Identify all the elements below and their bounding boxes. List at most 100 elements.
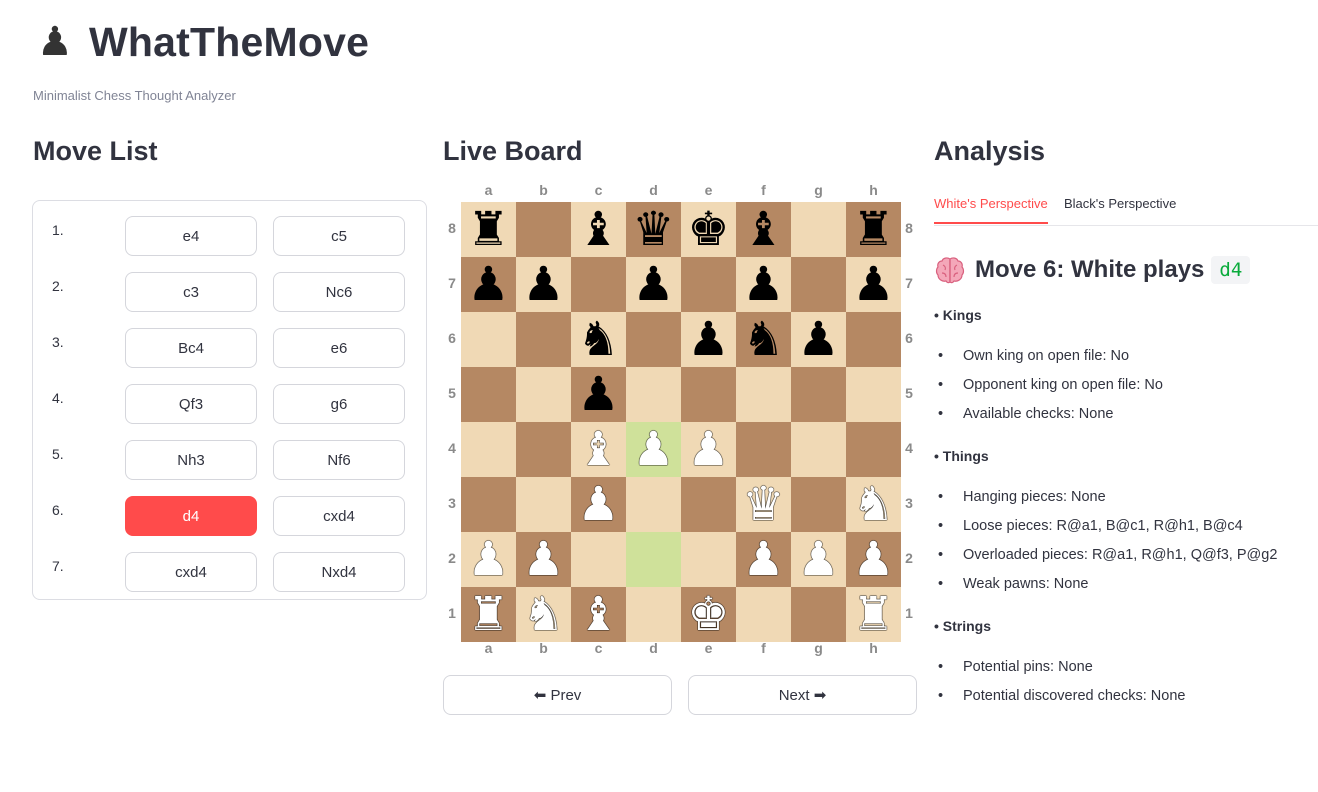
move-button-3-black[interactable]: e6 [273, 328, 405, 368]
square-b4[interactable] [516, 422, 571, 477]
black-bishop-icon[interactable]: ♝ [742, 206, 784, 253]
square-d1[interactable] [626, 587, 681, 642]
white-pawn-icon[interactable]: ♟ [632, 426, 674, 473]
black-queen-icon[interactable]: ♛ [632, 206, 674, 253]
white-king-icon[interactable]: ♚ [687, 591, 729, 638]
white-rook-icon[interactable]: ♜ [852, 591, 894, 638]
square-f6[interactable]: ♞ [736, 312, 791, 367]
move-button-4-white[interactable]: Qf3 [125, 384, 257, 424]
black-pawn-icon[interactable]: ♟ [852, 261, 894, 308]
square-d8[interactable]: ♛ [626, 202, 681, 257]
move-button-2-white[interactable]: c3 [125, 272, 257, 312]
move-button-6-white[interactable]: d4 [125, 496, 257, 536]
white-bishop-icon[interactable]: ♝ [577, 426, 619, 473]
square-e8[interactable]: ♚ [681, 202, 736, 257]
square-b2[interactable]: ♟ [516, 532, 571, 587]
square-e7[interactable] [681, 257, 736, 312]
chess-board[interactable]: ♜ ♝ ♛ ♚ ♝ ♜ ♟ ♟ ♟ ♟ ♟ ♞ ♟ ♞ ♟ ♟ ♝ ♟ ♟ ♟ ♛ ♞ ♟ ♟ ♟ ♟ ♟ ♜ ♞ ♝ ♚ ♜ [461, 202, 901, 642]
move-button-2-black[interactable]: Nc6 [273, 272, 405, 312]
square-e4[interactable]: ♟ [681, 422, 736, 477]
move-button-4-black[interactable]: g6 [273, 384, 405, 424]
square-b3[interactable] [516, 477, 571, 532]
black-pawn-icon[interactable]: ♟ [467, 261, 509, 308]
black-pawn-icon[interactable]: ♟ [577, 371, 619, 418]
white-pawn-icon[interactable]: ♟ [577, 481, 619, 528]
square-f5[interactable] [736, 367, 791, 422]
square-f8[interactable]: ♝ [736, 202, 791, 257]
black-pawn-icon[interactable]: ♟ [687, 316, 729, 363]
prev-button[interactable]: ⬅ Prev [443, 675, 672, 715]
white-pawn-icon[interactable]: ♟ [742, 536, 784, 583]
square-g8[interactable] [791, 202, 846, 257]
tab-blacks-perspective[interactable]: Black's Perspective [1064, 196, 1176, 222]
square-b6[interactable] [516, 312, 571, 367]
square-e6[interactable]: ♟ [681, 312, 736, 367]
square-b8[interactable] [516, 202, 571, 257]
move-button-7-black[interactable]: Nxd4 [273, 552, 405, 592]
square-d3[interactable] [626, 477, 681, 532]
black-rook-icon[interactable]: ♜ [852, 206, 894, 253]
square-h2[interactable]: ♟ [846, 532, 901, 587]
square-h4[interactable] [846, 422, 901, 477]
square-f3[interactable]: ♛ [736, 477, 791, 532]
square-b5[interactable] [516, 367, 571, 422]
square-e3[interactable] [681, 477, 736, 532]
white-queen-icon[interactable]: ♛ [742, 481, 784, 528]
square-g3[interactable] [791, 477, 846, 532]
square-a7[interactable]: ♟ [461, 257, 516, 312]
black-king-icon[interactable]: ♚ [687, 206, 729, 253]
white-pawn-icon[interactable]: ♟ [687, 426, 729, 473]
square-d5[interactable] [626, 367, 681, 422]
square-h8[interactable]: ♜ [846, 202, 901, 257]
square-c6[interactable]: ♞ [571, 312, 626, 367]
move-button-5-black[interactable]: Nf6 [273, 440, 405, 480]
square-c8[interactable]: ♝ [571, 202, 626, 257]
square-b1[interactable]: ♞ [516, 587, 571, 642]
square-h7[interactable]: ♟ [846, 257, 901, 312]
move-button-1-black[interactable]: c5 [273, 216, 405, 256]
white-pawn-icon[interactable]: ♟ [797, 536, 839, 583]
white-pawn-icon[interactable]: ♟ [467, 536, 509, 583]
move-button-1-white[interactable]: e4 [125, 216, 257, 256]
black-bishop-icon[interactable]: ♝ [577, 206, 619, 253]
square-d6[interactable] [626, 312, 681, 367]
square-g6[interactable]: ♟ [791, 312, 846, 367]
black-rook-icon[interactable]: ♜ [467, 206, 509, 253]
square-d7[interactable]: ♟ [626, 257, 681, 312]
move-button-5-white[interactable]: Nh3 [125, 440, 257, 480]
tab-whites-perspective[interactable]: White's Perspective [934, 196, 1048, 224]
white-knight-icon[interactable]: ♞ [852, 481, 894, 528]
move-button-3-white[interactable]: Bc4 [125, 328, 257, 368]
square-f7[interactable]: ♟ [736, 257, 791, 312]
move-button-6-black[interactable]: cxd4 [273, 496, 405, 536]
square-e5[interactable] [681, 367, 736, 422]
white-rook-icon[interactable]: ♜ [467, 591, 509, 638]
black-pawn-icon[interactable]: ♟ [632, 261, 674, 308]
square-d2[interactable] [626, 532, 681, 587]
square-h6[interactable] [846, 312, 901, 367]
square-h5[interactable] [846, 367, 901, 422]
white-pawn-icon[interactable]: ♟ [522, 536, 564, 583]
square-a2[interactable]: ♟ [461, 532, 516, 587]
black-pawn-icon[interactable]: ♟ [797, 316, 839, 363]
white-pawn-icon[interactable]: ♟ [852, 536, 894, 583]
square-a1[interactable]: ♜ [461, 587, 516, 642]
square-e2[interactable] [681, 532, 736, 587]
square-a5[interactable] [461, 367, 516, 422]
square-e1[interactable]: ♚ [681, 587, 736, 642]
square-c5[interactable]: ♟ [571, 367, 626, 422]
square-d4[interactable]: ♟ [626, 422, 681, 477]
square-a3[interactable] [461, 477, 516, 532]
square-c3[interactable]: ♟ [571, 477, 626, 532]
square-a4[interactable] [461, 422, 516, 477]
square-g5[interactable] [791, 367, 846, 422]
square-h3[interactable]: ♞ [846, 477, 901, 532]
square-a8[interactable]: ♜ [461, 202, 516, 257]
square-c2[interactable] [571, 532, 626, 587]
next-button[interactable]: Next ➡ [688, 675, 917, 715]
move-button-7-white[interactable]: cxd4 [125, 552, 257, 592]
square-b7[interactable]: ♟ [516, 257, 571, 312]
square-a6[interactable] [461, 312, 516, 367]
square-f4[interactable] [736, 422, 791, 477]
white-knight-icon[interactable]: ♞ [522, 591, 564, 638]
